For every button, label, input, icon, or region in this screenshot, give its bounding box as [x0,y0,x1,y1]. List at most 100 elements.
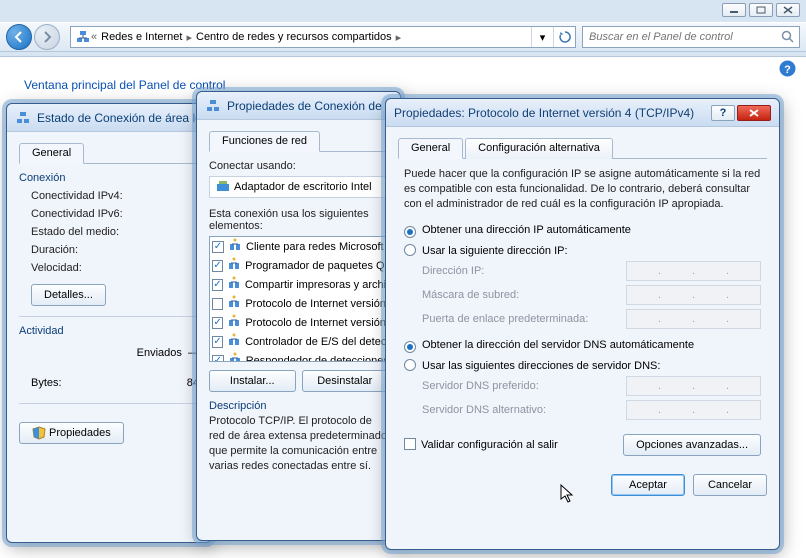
item-checkbox[interactable] [212,355,224,363]
dialog-close-button[interactable] [737,105,771,121]
nav-back-button[interactable] [6,24,32,50]
label-gw: Puerta de enlace predeterminada: [422,313,588,325]
nic-icon [216,180,230,194]
item-checkbox[interactable] [212,241,224,253]
search-icon [781,30,795,44]
properties-button[interactable]: Propiedades [19,422,124,444]
search-box[interactable] [582,26,800,48]
item-label: Protocolo de Internet versión 6 [245,298,385,310]
group-description: Descripción [209,400,388,412]
tab-networking[interactable]: Funciones de red [209,131,320,152]
radio-ip-manual[interactable] [404,244,416,256]
item-checkbox[interactable] [212,260,223,272]
item-label: Cliente para redes Microsoft [246,241,384,253]
list-item[interactable]: Protocolo de Internet versión 4 [210,313,387,332]
radio-dns-auto[interactable] [404,341,416,353]
item-label: Protocolo de Internet versión 4 [245,317,385,329]
label-ipv4: Conectividad IPv4: [31,190,123,202]
radio-dns-manual[interactable] [404,359,416,371]
item-label: Controlador de E/S del detector [245,336,385,348]
label-bytes: Bytes: [31,377,62,389]
props-dialog: Propiedades de Conexión de área local Fu… [196,91,401,541]
label-ip: Dirección IP: [422,265,484,277]
uninstall-button[interactable]: Desinstalar [302,370,389,392]
network-icon [205,98,221,114]
chevron-down-icon[interactable]: ▾ [531,27,553,47]
close-button[interactable] [776,3,800,17]
list-item[interactable]: Compartir impresoras y archivos [210,275,387,294]
label-ip-manual: Usar la siguiente dirección IP: [422,245,568,257]
protocol-icon [228,352,242,362]
protocol-icon [227,257,241,274]
refresh-icon[interactable] [553,27,575,47]
install-button[interactable]: Instalar... [209,370,296,392]
address-bar[interactable]: « Redes e Internet ▸ Centro de redes y r… [70,26,576,48]
list-item[interactable]: Protocolo de Internet versión 6 [210,294,387,313]
breadcrumb-seg1[interactable]: Redes e Internet [97,31,186,43]
status-dialog: Estado de Conexión de área local General… [6,103,212,543]
ok-button[interactable]: Aceptar [611,474,685,496]
group-activity: Actividad [19,325,199,337]
protocol-icon [227,295,241,312]
item-label: Compartir impresoras y archivos [245,279,385,291]
ipv4-title: Propiedades: Protocolo de Internet versi… [394,106,711,120]
nav-forward-button[interactable] [34,24,60,50]
tab-general[interactable]: General [19,143,84,164]
sidebar-heading[interactable]: Ventana principal del Panel de control [24,78,225,92]
label-ip-auto: Obtener una dirección IP automáticamente [422,224,631,236]
ip-input: . . . [626,261,761,281]
protocol-icon [227,276,241,293]
label-validate: Validar configuración al salir [421,439,558,451]
item-label: Respondedor de detecciones [246,355,385,363]
help-icon[interactable]: ? [779,60,796,77]
explorer-toolbar: « Redes e Internet ▸ Centro de redes y r… [0,22,806,52]
label-sent: Enviados [137,347,182,359]
label-ipv6: Conectividad IPv6: [31,208,123,220]
label-duration: Duración: [31,244,78,256]
minimize-button[interactable] [722,3,746,17]
status-title: Estado de Conexión de área local [37,111,203,125]
item-checkbox[interactable] [212,336,223,348]
mouse-cursor [560,484,576,504]
network-icon [75,29,91,45]
label-connect-using: Conectar usando: [209,160,296,172]
search-input[interactable] [587,30,795,44]
gateway-input: . . . [626,309,761,329]
dns2-input: . . . [626,400,761,420]
item-checkbox[interactable] [212,279,223,291]
advanced-button[interactable]: Opciones avanzadas... [623,434,761,456]
protocol-icon [228,238,242,255]
radio-ip-auto[interactable] [404,226,416,238]
tab-ipv4-general[interactable]: General [398,138,463,159]
ipv4-dialog: Propiedades: Protocolo de Internet versi… [385,98,780,550]
dns1-input: . . . [626,376,761,396]
breadcrumb-seg2[interactable]: Centro de redes y recursos compartidos [192,31,396,43]
component-list[interactable]: Cliente para redes Microsoft Programador … [209,236,388,362]
shield-icon [32,426,46,440]
item-checkbox[interactable] [212,298,223,310]
label-mask: Máscara de subred: [422,289,519,301]
list-item[interactable]: Respondedor de detecciones [210,351,387,362]
list-item[interactable]: Programador de paquetes QoS [210,256,387,275]
label-media: Estado del medio: [31,226,119,238]
details-button[interactable]: Detalles... [31,284,106,306]
ipv4-intro: Puede hacer que la configuración IP se a… [404,167,761,212]
list-item[interactable]: Controlador de E/S del detector [210,332,387,351]
tab-ipv4-alt[interactable]: Configuración alternativa [465,138,613,159]
adapter-name: Adaptador de escritorio Intel [234,181,372,193]
label-dns-auto: Obtener la dirección del servidor DNS au… [422,339,694,351]
cancel-button[interactable]: Cancelar [693,474,767,496]
validate-checkbox[interactable] [404,438,416,450]
label-dns1: Servidor DNS preferido: [422,380,539,392]
mask-input: . . . [626,285,761,305]
label-dns-manual: Usar las siguientes direcciones de servi… [422,360,660,372]
protocol-icon [227,333,241,350]
network-icon [15,110,31,126]
list-item[interactable]: Cliente para redes Microsoft [210,237,387,256]
svg-text:?: ? [784,64,791,76]
label-items: Esta conexión usa los siguientes element… [209,208,388,232]
dialog-help-button[interactable]: ? [711,105,735,121]
maximize-button[interactable] [749,3,773,17]
item-checkbox[interactable] [212,317,223,329]
label-dns2: Servidor DNS alternativo: [422,404,546,416]
